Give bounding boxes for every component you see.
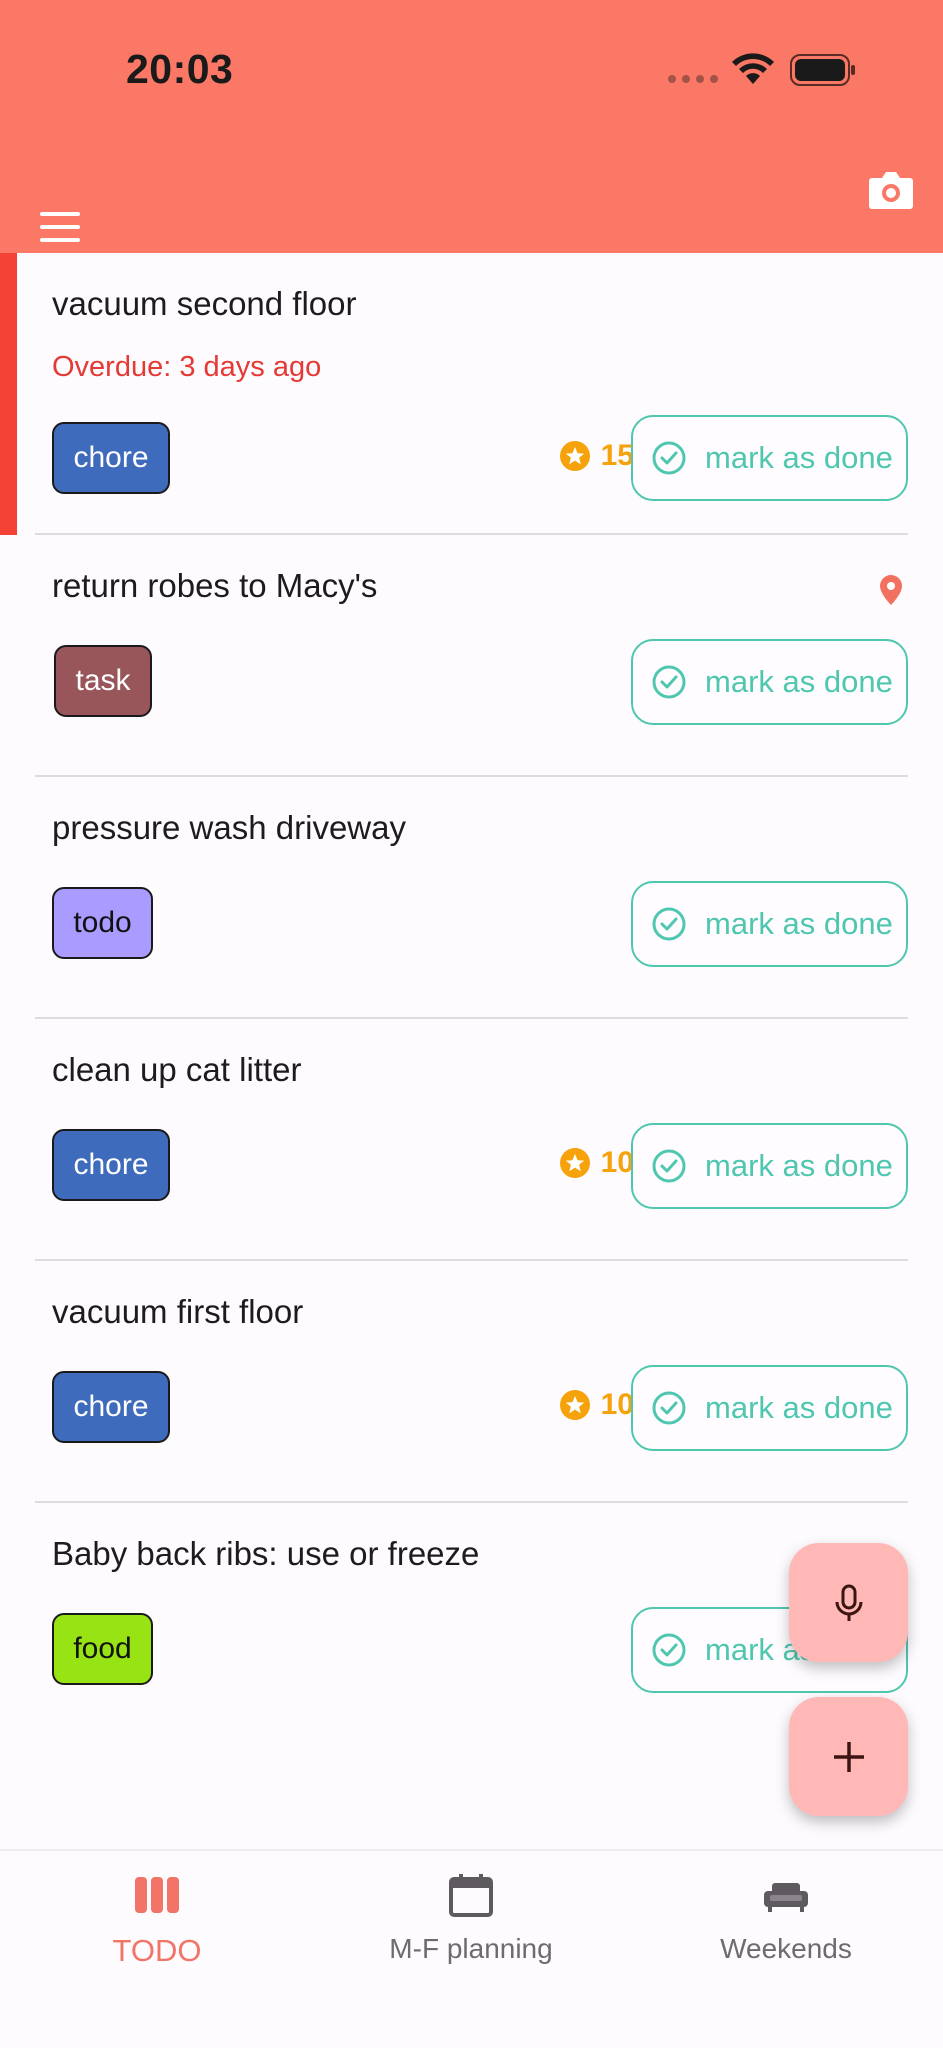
mark-as-done-button[interactable]: mark as done xyxy=(631,1365,908,1451)
mark-as-done-label: mark as done xyxy=(705,1390,893,1425)
todo-item[interactable]: return robes to Macy's task mark as done xyxy=(0,535,943,777)
wifi-icon xyxy=(732,53,774,84)
tag-todo[interactable]: todo xyxy=(52,887,153,959)
points-badge: 15 xyxy=(559,439,634,473)
mark-as-done-label: mark as done xyxy=(705,664,893,699)
nav-label: TODO xyxy=(112,1933,202,1968)
check-circle-icon xyxy=(652,1633,686,1667)
app-bar: 20:03 xyxy=(0,0,943,253)
nav-todo[interactable]: TODO xyxy=(0,1851,314,2048)
check-circle-icon xyxy=(652,1391,686,1425)
location-pin-icon xyxy=(880,575,902,605)
check-circle-icon xyxy=(652,441,686,475)
check-circle-icon xyxy=(652,665,686,699)
columns-icon xyxy=(135,1877,179,1913)
todo-title: vacuum second floor xyxy=(52,285,357,322)
mark-as-done-label: mark as done xyxy=(705,440,893,475)
menu-icon[interactable] xyxy=(40,212,80,242)
battery-icon xyxy=(790,54,855,86)
calendar-icon xyxy=(449,1874,493,1917)
todo-title: return robes to Macy's xyxy=(52,567,378,604)
todo-title: Baby back ribs: use or freeze xyxy=(52,1535,480,1572)
todo-item[interactable]: vacuum second floor Overdue: 3 days ago … xyxy=(0,253,943,535)
tag-food[interactable]: food xyxy=(52,1613,153,1685)
plus-icon xyxy=(833,1741,864,1772)
points-badge: 10 xyxy=(559,1146,634,1180)
todo-title: vacuum first floor xyxy=(52,1293,304,1330)
mark-as-done-button[interactable]: mark as done xyxy=(631,1123,908,1209)
add-todo-button[interactable] xyxy=(789,1697,908,1816)
overdue-text: Overdue: 3 days ago xyxy=(52,351,322,383)
nav-label: Weekends xyxy=(720,1933,852,1964)
mark-as-done-button[interactable]: mark as done xyxy=(631,415,908,501)
star-icon xyxy=(559,1148,590,1178)
mark-as-done-button[interactable]: mark as done xyxy=(631,881,908,967)
todo-item[interactable]: clean up cat litter chore 10 mark as don… xyxy=(0,1019,943,1261)
mark-as-done-label: mark as done xyxy=(705,1148,893,1183)
points-value: 10 xyxy=(600,1146,634,1179)
overdue-indicator xyxy=(0,253,17,535)
points-badge: 10 xyxy=(559,1388,634,1422)
mark-as-done-label: mark as done xyxy=(705,906,893,941)
camera-icon[interactable] xyxy=(868,168,914,210)
mark-as-done-button[interactable]: mark as done xyxy=(631,639,908,725)
cellular-signal-icon xyxy=(668,75,718,83)
points-value: 15 xyxy=(600,439,634,472)
nav-label: M-F planning xyxy=(389,1933,553,1964)
tag-chore[interactable]: chore xyxy=(52,422,170,494)
star-icon xyxy=(559,1390,590,1420)
star-icon xyxy=(559,441,590,471)
status-time: 20:03 xyxy=(126,46,234,92)
nav-mf-planning[interactable]: M-F planning xyxy=(314,1851,628,2048)
tag-chore[interactable]: chore xyxy=(52,1129,170,1201)
bottom-navigation: TODO M-F planning Weekends xyxy=(0,1849,943,2048)
couch-icon xyxy=(764,1883,808,1912)
microphone-icon xyxy=(835,1584,862,1621)
check-circle-icon xyxy=(652,907,686,941)
nav-weekends[interactable]: Weekends xyxy=(629,1851,943,2048)
todo-item[interactable]: vacuum first floor chore 10 mark as done xyxy=(0,1261,943,1503)
voice-input-button[interactable] xyxy=(789,1543,908,1662)
tag-task[interactable]: task xyxy=(54,645,152,717)
todo-title: pressure wash driveway xyxy=(52,809,406,846)
todo-title: clean up cat litter xyxy=(52,1051,302,1088)
tag-chore[interactable]: chore xyxy=(52,1371,170,1443)
check-circle-icon xyxy=(652,1149,686,1183)
todo-list: vacuum second floor Overdue: 3 days ago … xyxy=(0,253,943,1745)
points-value: 10 xyxy=(600,1388,634,1421)
todo-item[interactable]: pressure wash driveway todo mark as done xyxy=(0,777,943,1019)
